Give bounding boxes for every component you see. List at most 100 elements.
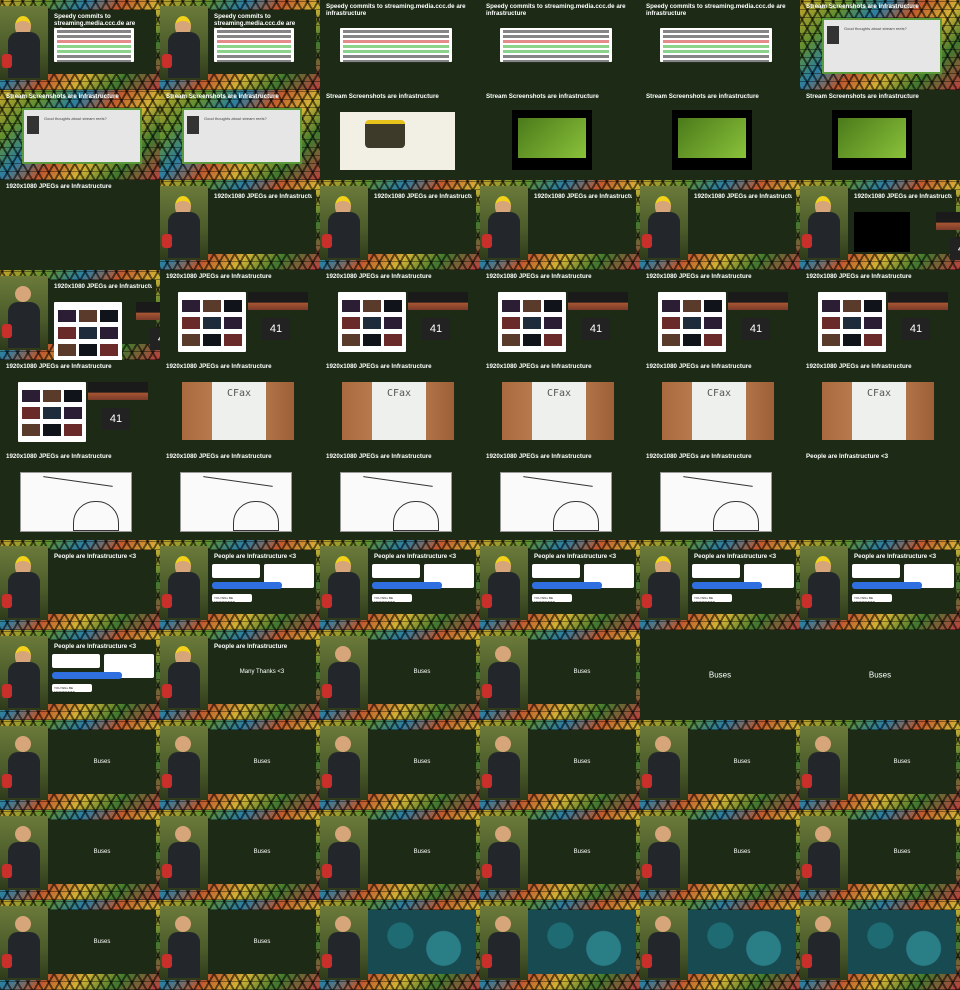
slide-thumbnail[interactable]: 1920x1080 JPEGs are Infrastructure [0,180,160,270]
slide-thumbnail[interactable]: Buses [800,630,960,720]
slide-thumbnail[interactable] [480,900,640,990]
slide-thumbnail[interactable]: Stream Screenshots are infrastructure [320,90,480,180]
speaker-photo [0,276,48,350]
slide-area: 1920x1080 JPEGs are Infrastructure [688,190,796,254]
speaker-photo [0,816,48,890]
slide-thumbnail[interactable]: Buses [320,720,480,810]
slide-thumbnail[interactable]: People are Infrastructure Many Thanks <3 [160,630,320,720]
slide-thumbnail[interactable]: Speedy commits to streaming.media.ccc.de… [0,0,160,90]
slide-thumbnail[interactable]: Buses [160,720,320,810]
slide-thumbnail[interactable]: 1920x1080 JPEGs are Infrastructure [0,450,160,540]
chat-reply: YOU WILL BE ENTERTAINED [52,684,92,694]
gallery-thumb [864,317,882,329]
slide-title: 1920x1080 JPEGs are Infrastructure [646,273,752,280]
gallery-thumb [523,334,541,346]
slide-thumbnail[interactable]: Buses [160,810,320,900]
slide-thumbnail[interactable]: 1920x1080 JPEGs are Infrastructure 41 [160,270,320,360]
slide-thumbnail[interactable]: Buses [800,720,960,810]
slide-thumbnail[interactable]: Buses [320,810,480,900]
slide-thumbnail[interactable] [800,900,960,990]
slide-thumbnail[interactable]: Buses [0,810,160,900]
gallery-thumb [224,317,242,329]
slide-area [848,910,956,974]
slide-thumbnail[interactable]: Buses [640,810,800,900]
slide-thumbnail[interactable]: Buses [800,810,960,900]
code-line [217,45,291,48]
slide-thumbnail[interactable]: 1920x1080 JPEGs are Infrastructure 41 [0,360,160,450]
slide-thumbnail[interactable]: Buses [640,720,800,810]
speaker-photo [480,906,528,980]
slide-thumbnail[interactable]: 1920x1080 JPEGs are Infrastructure [160,180,320,270]
red-object [2,54,12,68]
slide-thumbnail[interactable]: Stream Screenshots are infrastructure [640,90,800,180]
slide-area: Buses [640,630,800,720]
counter-display: 41 [582,318,610,340]
slide-thumbnail[interactable]: People are Infrastructure <3 YOU WILL BE … [800,540,960,630]
slide-thumbnail[interactable]: 1920x1080 JPEGs are Infrastructure [640,180,800,270]
code-line [57,45,131,48]
slide-thumbnail[interactable]: Stream Screenshots are infrastructure Goo… [160,90,320,180]
slide-thumbnail[interactable]: 1920x1080 JPEGs are Infrastructure [480,450,640,540]
slide-thumbnail[interactable]: People are Infrastructure <3 YOU WILL BE … [0,630,160,720]
slide-title: 1920x1080 JPEGs are Infrastructure [854,193,952,200]
speaker-head [495,736,511,752]
slide-thumbnail[interactable]: Speedy commits to streaming.media.ccc.de… [320,0,480,90]
slide-thumbnail[interactable]: People are Infrastructure <3 YOU WILL BE … [160,540,320,630]
slide-thumbnail[interactable]: People are Infrastructure <3 [800,450,960,540]
slide-thumbnail[interactable] [320,900,480,990]
slide-thumbnail[interactable]: 1920x1080 JPEGs are Infrastructure [640,450,800,540]
slide-thumbnail[interactable]: 1920x1080 JPEGs are Infrastructure CFax [480,360,640,450]
slide-thumbnail[interactable]: Stream Screenshots are infrastructure [480,90,640,180]
slide-thumbnail[interactable]: 1920x1080 JPEGs are Infrastructure 41 [800,270,960,360]
slide-thumbnail[interactable]: 1920x1080 JPEGs are Infrastructure [160,450,320,540]
speaker-photo [160,636,208,710]
slide-thumbnail[interactable] [640,900,800,990]
slide-area: 1920x1080 JPEGs are Infrastructure 41 [640,270,800,360]
slide-thumbnail[interactable]: People are Infrastructure <3 YOU WILL BE … [640,540,800,630]
slide-thumbnail[interactable]: Speedy commits to streaming.media.ccc.de… [640,0,800,90]
slide-thumbnail[interactable]: Stream Screenshots are infrastructure Goo… [0,90,160,180]
slide-thumbnail[interactable]: 1920x1080 JPEGs are Infrastructure [320,450,480,540]
slide-thumbnail[interactable]: 1920x1080 JPEGs are Infrastructure 41 [800,180,960,270]
slide-thumbnail[interactable]: 1920x1080 JPEGs are Infrastructure 41 [320,270,480,360]
slide-title: 1920x1080 JPEGs are Infrastructure [6,453,112,460]
speaker-body [8,32,40,78]
slide-thumbnail[interactable]: 1920x1080 JPEGs are Infrastructure [320,180,480,270]
slide-thumbnail[interactable]: Buses [480,630,640,720]
slide-thumbnail[interactable]: 1920x1080 JPEGs are Infrastructure CFax [800,360,960,450]
slide-thumbnail[interactable]: 1920x1080 JPEGs are Infrastructure 41 [480,270,640,360]
slide-thumbnail[interactable]: Buses [160,900,320,990]
slide-thumbnail[interactable]: Buses [480,720,640,810]
slide-thumbnail[interactable]: Buses [480,810,640,900]
bar-graph [136,302,160,320]
slide-title: People are Infrastructure <3 [534,553,617,560]
question-text: Good thoughts about stream reels? [44,116,107,121]
slide-area: Speedy commits to streaming.media.ccc.de… [208,10,316,74]
slide-thumbnail[interactable]: Speedy commits to streaming.media.ccc.de… [480,0,640,90]
gallery-thumb [502,317,520,329]
slide-thumbnail[interactable]: Buses [320,630,480,720]
speaker-body [328,662,360,708]
slide-thumbnail[interactable]: Buses [0,900,160,990]
slide-thumbnail[interactable]: Buses [640,630,800,720]
slide-thumbnail[interactable]: People are Infrastructure <3 [0,540,160,630]
slide-thumbnail[interactable]: 1920x1080 JPEGs are Infrastructure CFax [320,360,480,450]
slide-thumbnail[interactable]: People are Infrastructure <3 YOU WILL BE … [320,540,480,630]
slide-thumbnail[interactable]: 1920x1080 JPEGs are Infrastructure [480,180,640,270]
slide-thumbnail[interactable]: 1920x1080 JPEGs are Infrastructure CFax [160,360,320,450]
image-gallery [818,292,886,352]
speaker-photo [640,726,688,800]
slide-thumbnail[interactable]: 1920x1080 JPEGs are Infrastructure CFax [640,360,800,450]
slide-thumbnail[interactable]: Speedy commits to streaming.media.ccc.de… [160,0,320,90]
slide-thumbnail[interactable]: Stream Screenshots are infrastructure [800,90,960,180]
slide-thumbnail[interactable]: 1920x1080 JPEGs are Infrastructure 41 [640,270,800,360]
buses-text: Buses [573,849,591,855]
slide-thumbnail[interactable]: 1920x1080 JPEGs are Infrastructure 41 [0,270,160,360]
slide-thumbnail[interactable]: Buses [0,720,160,810]
slide-thumbnail[interactable]: Stream Screenshots are infrastructure Goo… [800,0,960,90]
sketch-dome [553,501,599,531]
slide-thumbnail[interactable]: People are Infrastructure <3 YOU WILL BE … [480,540,640,630]
red-object [322,594,332,608]
red-object [162,864,172,878]
gallery-thumb [100,327,118,339]
